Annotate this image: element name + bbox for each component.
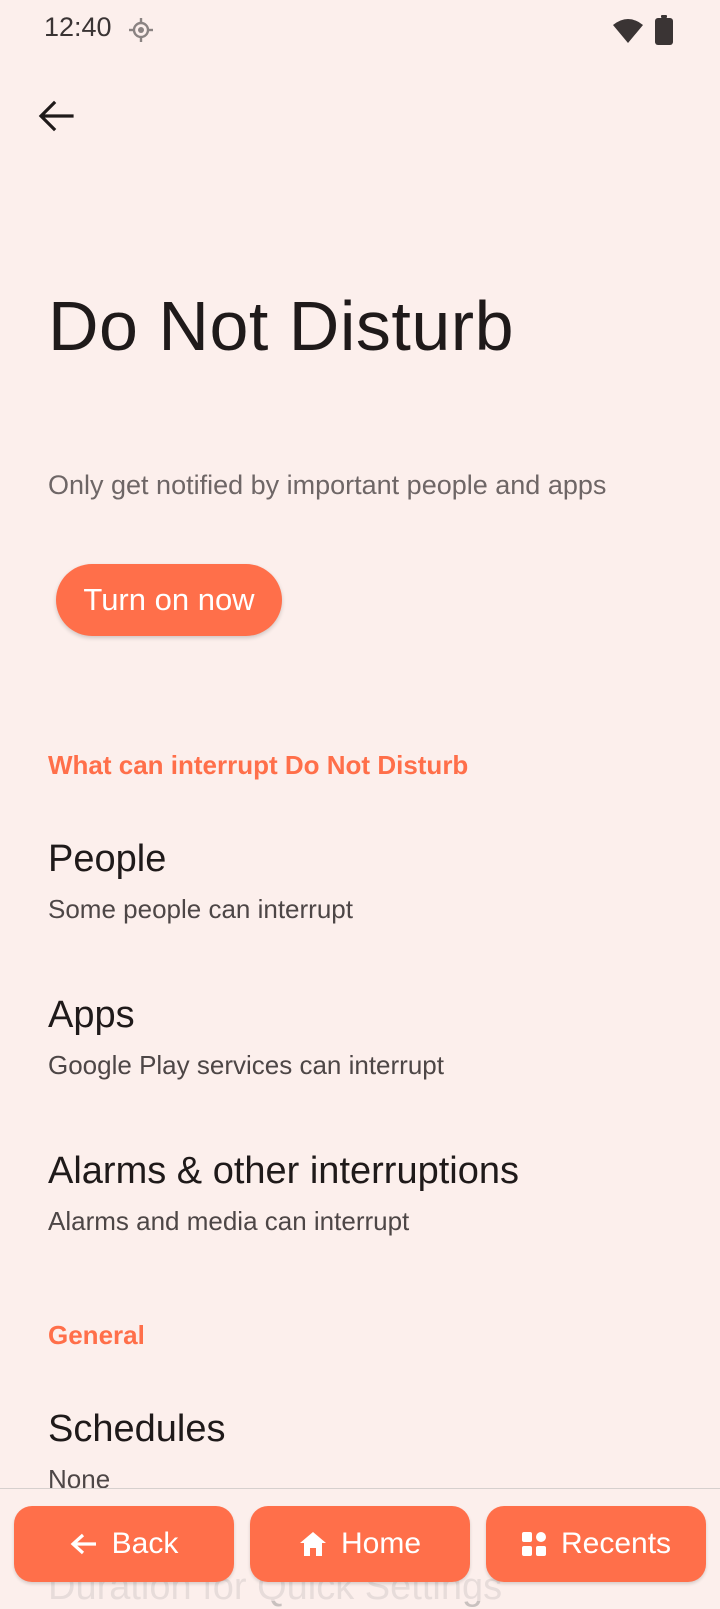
wifi-icon <box>613 19 643 43</box>
pref-summary: Some people can interrupt <box>48 894 353 924</box>
status-time: 12:40 <box>44 12 112 42</box>
pref-item-apps[interactable]: Apps Google Play services can interrupt <box>0 994 720 1124</box>
status-bar: 12:40 <box>0 0 720 60</box>
nav-recents-button[interactable]: Recents <box>486 1506 706 1582</box>
turn-on-now-button[interactable]: Turn on now <box>56 564 282 636</box>
nav-back-button[interactable]: Back <box>14 1506 234 1582</box>
nav-back-label: Back <box>111 1527 179 1560</box>
location-icon <box>129 18 153 42</box>
arrow-back-icon <box>38 100 74 132</box>
pref-title: Schedules <box>48 1408 226 1450</box>
pref-item-people[interactable]: People Some people can interrupt <box>0 838 720 968</box>
arrow-back-icon <box>70 1533 96 1555</box>
recents-icon <box>521 1532 546 1556</box>
battery-icon <box>655 15 673 45</box>
back-button[interactable] <box>30 90 82 142</box>
section-header-general: General <box>48 1320 145 1350</box>
nav-home-button[interactable]: Home <box>250 1506 470 1582</box>
pref-title: Apps <box>48 994 135 1036</box>
pref-item-alarms[interactable]: Alarms & other interruptions Alarms and … <box>0 1150 720 1280</box>
page-subtitle: Only get notified by important people an… <box>48 470 607 500</box>
home-icon <box>299 1532 326 1556</box>
pref-title: People <box>48 838 167 880</box>
nav-home-label: Home <box>340 1527 422 1560</box>
page-title: Do Not Disturb <box>48 287 515 365</box>
pref-title: Alarms & other interruptions <box>48 1150 519 1192</box>
section-header-what-can-interrupt: What can interrupt Do Not Disturb <box>48 750 469 780</box>
nav-recents-label: Recents <box>560 1527 672 1560</box>
pref-summary: Alarms and media can interrupt <box>48 1206 410 1236</box>
pref-summary: Google Play services can interrupt <box>48 1050 444 1080</box>
